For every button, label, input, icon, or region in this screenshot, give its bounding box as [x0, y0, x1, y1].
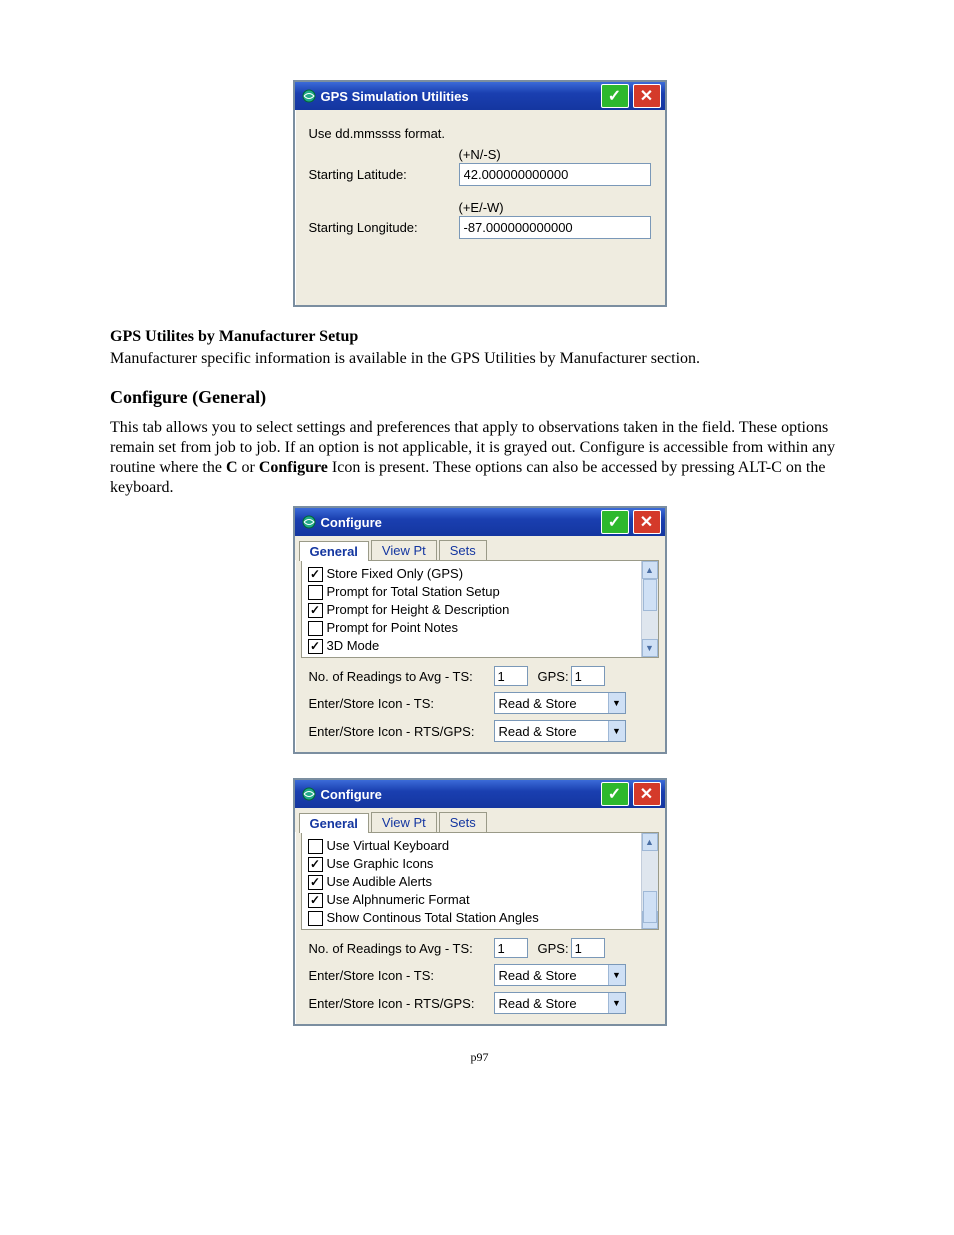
close-button[interactable]: ✕: [633, 510, 661, 534]
lon-label: Starting Longitude:: [309, 220, 459, 235]
checkbox[interactable]: [308, 621, 323, 636]
checkbox[interactable]: [308, 839, 323, 854]
scroll-up-icon[interactable]: ▲: [642, 833, 658, 851]
lat-input[interactable]: [459, 163, 651, 186]
checkbox-label: Use Virtual Keyboard: [327, 837, 450, 855]
ok-button[interactable]: ✓: [601, 510, 629, 534]
readings-gps-input[interactable]: [571, 666, 605, 686]
ok-button[interactable]: ✓: [601, 782, 629, 806]
checkbox-row[interactable]: Use Alphnumeric Format: [308, 891, 639, 909]
app-icon: [301, 88, 317, 104]
app-icon: [301, 786, 317, 802]
checkbox[interactable]: [308, 585, 323, 600]
gps-sim-window: GPS Simulation Utilities ✓ ✕ Use dd.mmss…: [293, 80, 667, 307]
sec2-body: This tab allows you to select settings a…: [110, 418, 849, 498]
readings-gps-label: GPS:: [538, 669, 569, 684]
checkbox-label: Store Fixed Only (GPS): [327, 565, 464, 583]
titlebar[interactable]: Configure ✓ ✕: [295, 780, 665, 808]
chevron-down-icon[interactable]: ▼: [608, 693, 625, 713]
titlebar[interactable]: GPS Simulation Utilities ✓ ✕: [295, 82, 665, 110]
checkbox-row[interactable]: Store Fixed Only (GPS): [308, 565, 639, 583]
checkbox-label: Prompt for Point Notes: [327, 619, 459, 637]
lon-input[interactable]: [459, 216, 651, 239]
checkbox-label: Show Continous Total Station Angles: [327, 909, 539, 927]
chevron-down-icon[interactable]: ▼: [608, 993, 625, 1013]
checkbox-label: Use Alphnumeric Format: [327, 891, 470, 909]
chevron-down-icon[interactable]: ▼: [608, 965, 625, 985]
configure-window-b: Configure ✓ ✕ General View Pt Sets Use V…: [293, 778, 667, 1026]
app-icon: [301, 514, 317, 530]
readings-ts-input[interactable]: [494, 666, 528, 686]
enterstore-ts-select[interactable]: Read & Store ▼: [494, 964, 626, 986]
checkbox[interactable]: [308, 857, 323, 872]
checkbox-row[interactable]: Show Continous Total Station Angles: [308, 909, 639, 927]
page-number: p97: [110, 1050, 849, 1065]
window-title: GPS Simulation Utilities: [321, 89, 469, 104]
enterstore-rts-select[interactable]: Read & Store ▼: [494, 720, 626, 742]
window-title: Configure: [321, 515, 382, 530]
checkbox-label: Use Graphic Icons: [327, 855, 434, 873]
checkbox[interactable]: [308, 875, 323, 890]
lon-hint: (+E/-W): [459, 200, 651, 215]
readings-gps-label: GPS:: [538, 941, 569, 956]
checkbox[interactable]: [308, 603, 323, 618]
readings-label: No. of Readings to Avg - TS:: [309, 669, 494, 684]
enterstore-ts-select[interactable]: Read & Store ▼: [494, 692, 626, 714]
lat-hint: (+N/-S): [459, 147, 651, 162]
tab-general[interactable]: General: [299, 813, 369, 833]
tabstrip: General View Pt Sets: [295, 536, 665, 560]
sec2-title: Configure (General): [110, 387, 849, 408]
checkbox-row[interactable]: Use Audible Alerts: [308, 873, 639, 891]
checkbox-row[interactable]: Prompt for Point Notes: [308, 619, 639, 637]
lat-label: Starting Latitude:: [309, 167, 459, 182]
checkbox-label: Prompt for Total Station Setup: [327, 583, 500, 601]
checkbox-row[interactable]: 3D Mode: [308, 637, 639, 655]
ok-button[interactable]: ✓: [601, 84, 629, 108]
scrollbar[interactable]: ▲ ▼: [641, 833, 658, 929]
options-panel: Store Fixed Only (GPS)Prompt for Total S…: [301, 560, 659, 658]
checkbox-label: 3D Mode: [327, 637, 380, 655]
checkbox-row[interactable]: Use Graphic Icons: [308, 855, 639, 873]
sec1-title: GPS Utilites by Manufacturer Setup: [110, 328, 358, 345]
scroll-up-icon[interactable]: ▲: [642, 561, 658, 579]
checkbox-row[interactable]: Prompt for Total Station Setup: [308, 583, 639, 601]
chevron-down-icon[interactable]: ▼: [608, 721, 625, 741]
titlebar[interactable]: Configure ✓ ✕: [295, 508, 665, 536]
tab-viewpt[interactable]: View Pt: [371, 812, 437, 832]
readings-ts-input[interactable]: [494, 938, 528, 958]
sec1-body: Manufacturer specific information is ava…: [110, 349, 849, 369]
window-title: Configure: [321, 787, 382, 802]
tab-sets[interactable]: Sets: [439, 540, 487, 560]
tab-sets[interactable]: Sets: [439, 812, 487, 832]
close-button[interactable]: ✕: [633, 84, 661, 108]
enterstore-rts-select[interactable]: Read & Store ▼: [494, 992, 626, 1014]
enterstore-rts-label: Enter/Store Icon - RTS/GPS:: [309, 724, 494, 739]
checkbox[interactable]: [308, 567, 323, 582]
readings-label: No. of Readings to Avg - TS:: [309, 941, 494, 956]
options-panel: Use Virtual KeyboardUse Graphic IconsUse…: [301, 832, 659, 930]
checkbox-row[interactable]: Prompt for Height & Description: [308, 601, 639, 619]
tab-viewpt[interactable]: View Pt: [371, 540, 437, 560]
checkbox-label: Prompt for Height & Description: [327, 601, 510, 619]
enterstore-rts-label: Enter/Store Icon - RTS/GPS:: [309, 996, 494, 1011]
format-hint: Use dd.mmssss format.: [309, 126, 459, 141]
close-button[interactable]: ✕: [633, 782, 661, 806]
scroll-down-icon[interactable]: ▼: [642, 639, 658, 657]
enterstore-ts-label: Enter/Store Icon - TS:: [309, 696, 494, 711]
checkbox[interactable]: [308, 639, 323, 654]
checkbox[interactable]: [308, 893, 323, 908]
enterstore-ts-label: Enter/Store Icon - TS:: [309, 968, 494, 983]
checkbox-label: Use Audible Alerts: [327, 873, 433, 891]
scrollbar[interactable]: ▲ ▼: [641, 561, 658, 657]
readings-gps-input[interactable]: [571, 938, 605, 958]
configure-window-a: Configure ✓ ✕ General View Pt Sets Store…: [293, 506, 667, 754]
tab-general[interactable]: General: [299, 541, 369, 561]
tabstrip: General View Pt Sets: [295, 808, 665, 832]
checkbox[interactable]: [308, 911, 323, 926]
checkbox-row[interactable]: Use Virtual Keyboard: [308, 837, 639, 855]
